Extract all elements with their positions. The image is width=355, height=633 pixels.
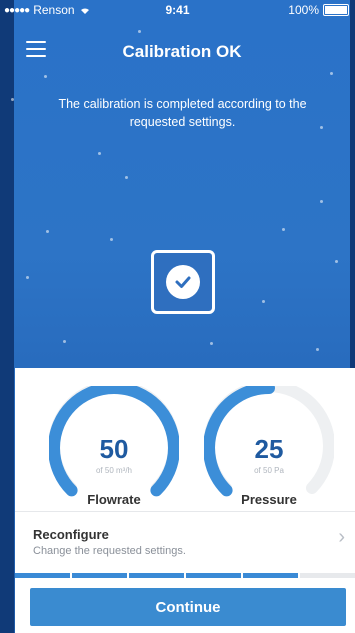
flowrate-label: Flowrate xyxy=(87,492,141,507)
flowrate-value: 50 xyxy=(99,434,129,464)
header: Calibration OK xyxy=(14,38,350,68)
pressure-label: Pressure xyxy=(241,492,297,507)
progress-step xyxy=(300,573,355,578)
reconfigure-title: Reconfigure xyxy=(33,527,109,542)
battery-percent: 100% xyxy=(288,3,319,17)
battery-icon xyxy=(323,4,349,16)
reconfigure-row[interactable]: Reconfigure Change the requested setting… xyxy=(15,512,355,567)
phone-screen: ●●●●● Renson 9:41 100% Calibration OK Th… xyxy=(0,0,355,633)
status-bar: ●●●●● Renson 9:41 100% xyxy=(0,0,355,20)
check-circle-icon xyxy=(151,250,215,314)
left-frame xyxy=(0,0,14,633)
pressure-subtext: of 50 Pa xyxy=(254,466,284,475)
pressure-value: 25 xyxy=(254,434,284,464)
progress-step xyxy=(243,573,298,578)
reconfigure-subtitle: Change the requested settings. xyxy=(33,545,186,557)
progress-step xyxy=(72,573,127,578)
flowrate-subtext: of 50 m³/h xyxy=(95,466,132,475)
progress-step xyxy=(15,573,70,578)
pressure-gauge: 25 of 50 Pa Pressure xyxy=(203,380,335,507)
progress-step xyxy=(186,573,241,578)
progress-step xyxy=(129,573,184,578)
progress-bar xyxy=(15,573,355,578)
flowrate-gauge: 50 of 50 m³/h Flowrate xyxy=(48,380,180,507)
chevron-right-icon: › xyxy=(338,526,345,548)
continue-button[interactable]: Continue xyxy=(30,588,346,626)
calibration-message: The calibration is completed according t… xyxy=(58,97,307,129)
page-title: Calibration OK xyxy=(122,42,242,61)
